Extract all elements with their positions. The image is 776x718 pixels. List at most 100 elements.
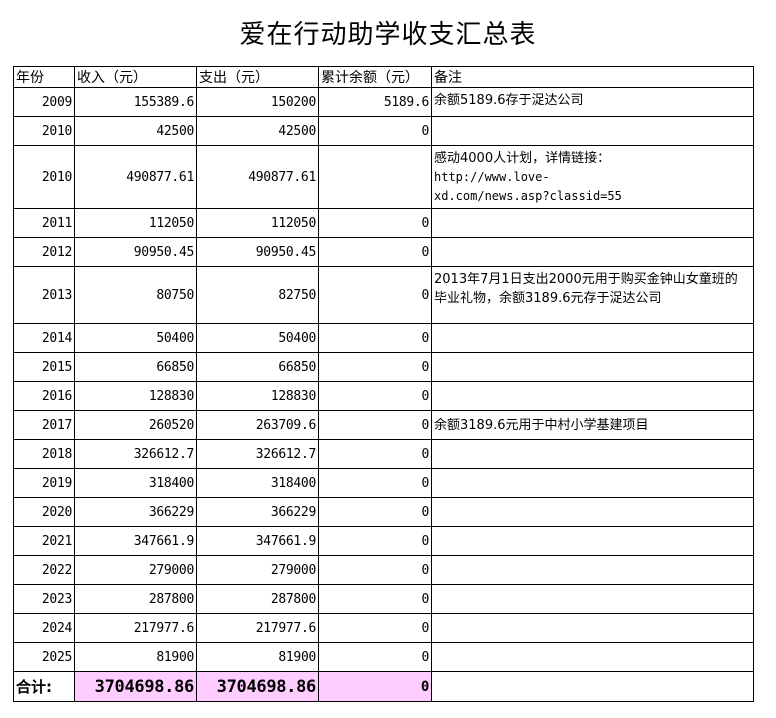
cell-balance[interactable]: 0 [318, 613, 432, 643]
cell-year[interactable]: 2009 [13, 87, 75, 117]
header-expense[interactable]: 支出（元） [196, 66, 319, 88]
cell-note[interactable] [431, 439, 754, 469]
cell-year[interactable]: 2017 [13, 410, 75, 440]
cell-expense[interactable]: 279000 [196, 555, 319, 585]
cell-note[interactable]: 2013年7月1日支出2000元用于购买金钟山女童班的毕业礼物，余额3189.6… [431, 266, 754, 324]
cell-balance[interactable]: 0 [318, 642, 432, 672]
cell-expense[interactable]: 66850 [196, 352, 319, 382]
cell-expense[interactable]: 90950.45 [196, 237, 319, 267]
cell-expense[interactable]: 490877.61 [196, 145, 319, 209]
cell-income[interactable]: 50400 [74, 323, 197, 353]
cell-year[interactable]: 2012 [13, 237, 75, 267]
cell-note[interactable] [431, 526, 754, 556]
cell-expense[interactable]: 318400 [196, 468, 319, 498]
cell-expense[interactable]: 287800 [196, 584, 319, 614]
cell-balance[interactable]: 0 [318, 116, 432, 146]
total-income[interactable]: 3704698.86 [74, 671, 197, 702]
cell-balance[interactable]: 0 [318, 497, 432, 527]
cell-expense[interactable]: 42500 [196, 116, 319, 146]
cell-note[interactable] [431, 208, 754, 238]
cell-income[interactable]: 80750 [74, 266, 197, 324]
cell-income[interactable]: 81900 [74, 642, 197, 672]
cell-expense[interactable]: 217977.6 [196, 613, 319, 643]
cell-year[interactable]: 2018 [13, 439, 75, 469]
total-balance[interactable]: 0 [318, 671, 432, 702]
cell-year[interactable]: 2024 [13, 613, 75, 643]
cell-income[interactable]: 347661.9 [74, 526, 197, 556]
cell-balance[interactable]: 0 [318, 584, 432, 614]
cell-note[interactable]: 感动4000人计划，详情链接： http://www.love-xd.com/ne… [431, 145, 754, 209]
cell-note[interactable] [431, 584, 754, 614]
cell-balance[interactable]: 0 [318, 266, 432, 324]
cell-balance[interactable]: 0 [318, 526, 432, 556]
cell-balance[interactable]: 5189.6 [318, 87, 432, 117]
cell-balance[interactable]: 0 [318, 208, 432, 238]
header-income[interactable]: 收入（元） [74, 66, 197, 88]
cell-income[interactable]: 217977.6 [74, 613, 197, 643]
cell-expense[interactable]: 112050 [196, 208, 319, 238]
cell-balance[interactable]: 0 [318, 323, 432, 353]
cell-note[interactable] [431, 468, 754, 498]
cell-note[interactable]: 余额5189.6存于浞达公司 [431, 87, 754, 117]
cell-income[interactable]: 318400 [74, 468, 197, 498]
cell-year[interactable]: 2020 [13, 497, 75, 527]
cell-expense[interactable]: 81900 [196, 642, 319, 672]
cell-year[interactable]: 2019 [13, 468, 75, 498]
cell-balance[interactable]: 0 [318, 352, 432, 382]
total-label[interactable]: 合计: [13, 671, 75, 702]
cell-balance[interactable]: 0 [318, 468, 432, 498]
cell-expense[interactable]: 128830 [196, 381, 319, 411]
cell-expense[interactable]: 263709.6 [196, 410, 319, 440]
cell-expense[interactable]: 50400 [196, 323, 319, 353]
cell-balance[interactable] [318, 145, 432, 209]
cell-note[interactable] [431, 613, 754, 643]
cell-note[interactable] [431, 323, 754, 353]
cell-balance[interactable]: 0 [318, 439, 432, 469]
cell-balance[interactable]: 0 [318, 410, 432, 440]
cell-income[interactable]: 490877.61 [74, 145, 197, 209]
cell-income[interactable]: 42500 [74, 116, 197, 146]
total-note[interactable] [431, 671, 754, 702]
cell-income[interactable]: 90950.45 [74, 237, 197, 267]
cell-expense[interactable]: 150200 [196, 87, 319, 117]
cell-income[interactable]: 260520 [74, 410, 197, 440]
header-year[interactable]: 年份 [13, 66, 75, 88]
cell-income[interactable]: 326612.7 [74, 439, 197, 469]
cell-balance[interactable]: 0 [318, 237, 432, 267]
cell-income[interactable]: 279000 [74, 555, 197, 585]
cell-income[interactable]: 112050 [74, 208, 197, 238]
cell-expense[interactable]: 347661.9 [196, 526, 319, 556]
cell-income[interactable]: 287800 [74, 584, 197, 614]
cell-year[interactable]: 2023 [13, 584, 75, 614]
header-note[interactable]: 备注 [431, 66, 754, 88]
cell-year[interactable]: 2016 [13, 381, 75, 411]
cell-income[interactable]: 66850 [74, 352, 197, 382]
cell-year[interactable]: 2010 [13, 116, 75, 146]
cell-year[interactable]: 2022 [13, 555, 75, 585]
cell-note[interactable] [431, 352, 754, 382]
cell-expense[interactable]: 366229 [196, 497, 319, 527]
cell-expense[interactable]: 82750 [196, 266, 319, 324]
cell-balance[interactable]: 0 [318, 381, 432, 411]
cell-year[interactable]: 2015 [13, 352, 75, 382]
cell-year[interactable]: 2014 [13, 323, 75, 353]
cell-expense[interactable]: 326612.7 [196, 439, 319, 469]
cell-note[interactable]: 余额3189.6元用于中村小学基建项目 [431, 410, 754, 440]
header-balance[interactable]: 累计余额（元） [318, 66, 432, 88]
cell-note[interactable] [431, 555, 754, 585]
cell-note[interactable] [431, 237, 754, 267]
total-expense[interactable]: 3704698.86 [196, 671, 319, 702]
cell-year[interactable]: 2013 [13, 266, 75, 324]
cell-note[interactable] [431, 381, 754, 411]
note-link-line[interactable]: xd.com/news.asp?classid=55 [434, 187, 747, 206]
cell-year[interactable]: 2010 [13, 145, 75, 209]
cell-note[interactable] [431, 116, 754, 146]
cell-income[interactable]: 155389.6 [74, 87, 197, 117]
cell-note[interactable] [431, 642, 754, 672]
cell-year[interactable]: 2025 [13, 642, 75, 672]
cell-year[interactable]: 2011 [13, 208, 75, 238]
cell-year[interactable]: 2021 [13, 526, 75, 556]
cell-income[interactable]: 366229 [74, 497, 197, 527]
cell-income[interactable]: 128830 [74, 381, 197, 411]
note-link-line[interactable]: http://www.love- [434, 168, 747, 187]
